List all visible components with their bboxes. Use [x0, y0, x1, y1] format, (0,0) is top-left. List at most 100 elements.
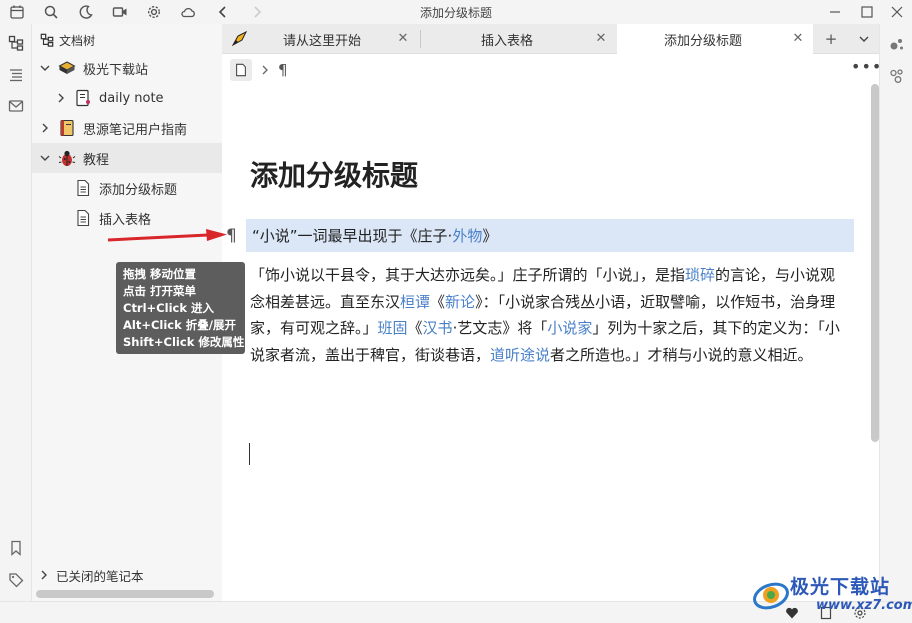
inline-link[interactable]: 琐碎 — [685, 266, 715, 284]
tab-insert-table[interactable]: 插入表格 ✕ — [422, 24, 616, 54]
tooltip-line: Ctrl+Click 进入 — [123, 301, 214, 315]
back-arrow-icon[interactable] — [214, 3, 232, 21]
calendar-icon[interactable] — [8, 3, 26, 21]
block-text-tail: 》 — [482, 227, 498, 245]
inline-link[interactable]: 道听途说 — [490, 346, 550, 364]
document-icon — [74, 179, 92, 197]
paragraph-text: 《 — [407, 319, 423, 337]
document-icon — [74, 209, 92, 227]
right-dock — [879, 24, 912, 601]
cloud-icon[interactable] — [179, 3, 197, 21]
chevron-down-icon[interactable] — [855, 30, 873, 48]
close-window-button[interactable] — [886, 2, 908, 22]
title-bar: 添加分级标题 — [0, 0, 912, 24]
body-paragraph[interactable]: 「饰小说以干县令，其于大达亦远矣。」庄子所谓的「小说」，是指琐碎的言论，与小说观… — [250, 262, 850, 368]
tree-item-tutorial[interactable]: 教程 — [32, 143, 222, 173]
block-link[interactable]: 外物 — [452, 225, 482, 246]
gutter-tooltip: 拖拽 移动位置 点击 打开菜单 Ctrl+Click 进入 Alt+Click … — [116, 262, 245, 354]
minimize-button[interactable] — [824, 2, 846, 22]
search-icon[interactable] — [42, 3, 60, 21]
chevron-right-icon[interactable] — [54, 91, 68, 105]
paragraph-text: 《 — [430, 292, 446, 311]
tree-item-daily-note[interactable]: daily note — [32, 83, 222, 113]
tree-item-label: 极光下载站 — [83, 62, 149, 78]
file-tree-icon[interactable] — [6, 33, 26, 53]
closed-notebooks[interactable]: 已关闭的笔记本 — [38, 564, 144, 586]
books-icon — [58, 59, 76, 77]
tab-label: 请从这里开始 — [282, 33, 361, 49]
chevron-down-icon[interactable] — [38, 151, 52, 165]
close-icon[interactable]: ✕ — [791, 32, 805, 46]
tag-icon[interactable] — [6, 570, 26, 590]
tab-divider — [420, 30, 421, 48]
tooltip-line: 拖拽 移动位置 — [123, 267, 197, 281]
notebook-icon — [74, 89, 92, 107]
file-tree-header: 文档树 — [40, 30, 95, 50]
more-options-icon[interactable]: ••• — [851, 59, 881, 76]
tab-bar: 请从这里开始 ✕ 插入表格 ✕ 添加分级标题 ✕ + — [222, 24, 879, 54]
tab-add-heading[interactable]: 添加分级标题 ✕ — [617, 24, 813, 54]
red-arrow-annotation — [107, 229, 227, 242]
global-graph-icon[interactable] — [887, 66, 907, 86]
file-tree-title: 文档树 — [59, 33, 96, 48]
file-tree-scrollbar[interactable] — [36, 590, 214, 598]
chevron-right-icon[interactable] — [38, 121, 52, 135]
bookmark-icon[interactable] — [6, 538, 26, 558]
gear-icon[interactable] — [145, 3, 163, 21]
closed-notebooks-label: 已关闭的笔记本 — [56, 568, 144, 584]
moon-icon[interactable] — [77, 3, 95, 21]
tree-item-user-guide[interactable]: 思源笔记用户指南 — [32, 113, 222, 143]
inline-link[interactable]: 新论 — [445, 293, 475, 311]
camera-icon[interactable] — [111, 3, 129, 21]
bug-icon — [58, 149, 76, 167]
tree-item-label: 思源笔记用户指南 — [83, 122, 188, 138]
document-title[interactable]: 添加分级标题 — [250, 154, 418, 194]
rocket-icon — [230, 30, 248, 48]
left-dock — [0, 24, 32, 623]
tooltip-line: 点击 打开菜单 — [123, 284, 197, 298]
paragraph-mark[interactable]: ¶ — [278, 61, 288, 79]
watermark-url: www.xz7.com — [816, 598, 912, 613]
watermark-logo-icon — [750, 574, 792, 616]
watermark-text: 极光下载站 — [790, 576, 891, 598]
inline-link[interactable]: 小说家 — [547, 319, 592, 337]
breadcrumb: ¶ — [230, 58, 288, 82]
site-watermark: 极光下载站 www.xz7.com — [748, 570, 912, 622]
tree-item-label: 添加分级标题 — [99, 182, 178, 198]
close-icon[interactable]: ✕ — [594, 32, 608, 46]
inline-link[interactable]: 桓谭 — [400, 293, 430, 311]
chevron-right-icon[interactable] — [38, 569, 50, 581]
chevron-down-icon[interactable] — [38, 61, 52, 75]
tree-item-label: 插入表格 — [99, 212, 152, 228]
forward-arrow-icon[interactable] — [248, 3, 266, 21]
tab-start-here[interactable]: 请从这里开始 ✕ — [222, 24, 418, 54]
graph-view-icon[interactable] — [887, 34, 907, 54]
tab-label: 添加分级标题 — [663, 33, 742, 49]
paragraph-text: 者之所造也。」才稍与小说的意义相近。 — [550, 345, 813, 364]
editor[interactable]: ¶ ••• 添加分级标题 ¶ “小说”一词最早出现于《庄子· 外物》 「饰小说以干… — [222, 54, 881, 601]
block-text: “小说”一词最早出现于《庄子· — [252, 227, 453, 245]
tooltip-line: Shift+Click 修改属性 — [123, 335, 245, 349]
guide-book-icon — [58, 119, 76, 137]
tab-label: 插入表格 — [480, 33, 533, 49]
tooltip-line: Alt+Click 折叠/展开 — [123, 318, 236, 332]
selected-paragraph-block[interactable]: “小说”一词最早出现于《庄子· 外物》 — [246, 219, 854, 252]
tree-item-label: 教程 — [83, 152, 110, 168]
inline-link[interactable]: 汉书 — [423, 319, 453, 337]
inline-link[interactable]: 班固 — [378, 319, 408, 337]
paragraph-text: ·艺文志》将「 — [452, 319, 548, 337]
text-caret — [249, 443, 250, 465]
close-icon[interactable]: ✕ — [396, 32, 410, 46]
inbox-icon[interactable] — [6, 96, 26, 116]
add-tab-icon[interactable]: + — [822, 30, 840, 48]
paragraph-text: 「饰小说以干县令，其于大达亦远矣。」庄子所谓的「小说」，是指 — [250, 266, 686, 284]
tree-item-label: daily note — [99, 90, 164, 106]
maximize-button[interactable] — [856, 2, 878, 22]
tree-item-notebook-jiguang[interactable]: 极光下载站 — [32, 53, 222, 83]
tree-item-add-heading[interactable]: 添加分级标题 — [32, 173, 222, 203]
outline-icon[interactable] — [6, 65, 26, 85]
editor-scrollbar[interactable] — [871, 84, 879, 442]
chevron-right-icon — [260, 64, 270, 76]
file-icon[interactable] — [230, 59, 252, 81]
window-title: 添加分级标题 — [419, 6, 492, 20]
